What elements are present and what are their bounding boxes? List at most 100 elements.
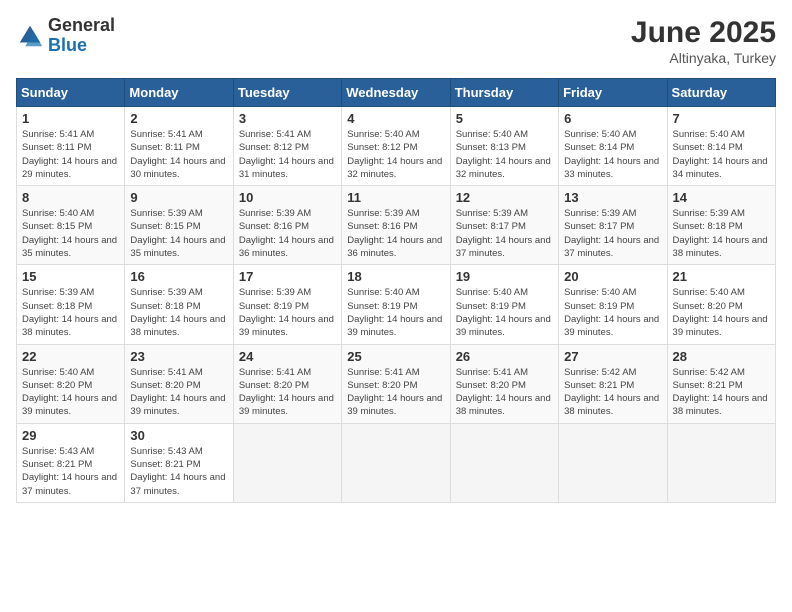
weekday-header-sunday: Sunday: [17, 79, 125, 107]
day-cell: 13 Sunrise: 5:39 AMSunset: 8:17 PMDayligh…: [559, 186, 667, 265]
day-cell: [667, 423, 775, 502]
day-cell: [233, 423, 341, 502]
day-info: Sunrise: 5:41 AMSunset: 8:20 PMDaylight:…: [130, 366, 227, 419]
day-cell: [342, 423, 450, 502]
day-info: Sunrise: 5:40 AMSunset: 8:19 PMDaylight:…: [347, 286, 444, 339]
day-cell: 9Sunrise: 5:39 AMSunset: 8:15 PMDaylight…: [125, 186, 233, 265]
day-info: Sunrise: 5:39 AMSunset: 8:15 PMDaylight:…: [130, 207, 227, 260]
day-info: Sunrise: 5:40 AMSunset: 8:19 PMDaylight:…: [564, 286, 661, 339]
day-number: 24: [239, 349, 336, 364]
day-cell: 22 Sunrise: 5:40 AMSunset: 8:20 PMDayligh…: [17, 344, 125, 423]
location-title: Altinyaka, Turkey: [631, 50, 776, 66]
weekday-header-friday: Friday: [559, 79, 667, 107]
day-cell: 11Sunrise: 5:39 AMSunset: 8:16 PMDayligh…: [342, 186, 450, 265]
day-number: 12: [456, 190, 553, 205]
day-cell: 29Sunrise: 5:43 AMSunset: 8:21 PMDayligh…: [17, 423, 125, 502]
day-info: Sunrise: 5:41 AMSunset: 8:12 PMDaylight:…: [239, 128, 336, 181]
day-info: Sunrise: 5:41 AMSunset: 8:11 PMDaylight:…: [22, 128, 119, 181]
day-number: 2: [130, 111, 227, 126]
day-cell: 20Sunrise: 5:40 AMSunset: 8:19 PMDayligh…: [559, 265, 667, 344]
title-area: June 2025 Altinyaka, Turkey: [631, 16, 776, 66]
day-info: Sunrise: 5:43 AMSunset: 8:21 PMDaylight:…: [130, 445, 227, 498]
logo-blue-text: Blue: [48, 35, 87, 55]
day-info: Sunrise: 5:39 AMSunset: 8:18 PMDaylight:…: [673, 207, 770, 260]
day-cell: 3 Sunrise: 5:41 AMSunset: 8:12 PMDaylight…: [233, 107, 341, 186]
day-number: 5: [456, 111, 553, 126]
day-info: Sunrise: 5:40 AMSunset: 8:20 PMDaylight:…: [673, 286, 770, 339]
day-info: Sunrise: 5:41 AMSunset: 8:20 PMDaylight:…: [239, 366, 336, 419]
logo-icon: [16, 22, 44, 50]
day-info: Sunrise: 5:41 AMSunset: 8:11 PMDaylight:…: [130, 128, 227, 181]
day-number: 11: [347, 190, 444, 205]
day-info: Sunrise: 5:40 AMSunset: 8:15 PMDaylight:…: [22, 207, 119, 260]
day-cell: 30 Sunrise: 5:43 AMSunset: 8:21 PMDayligh…: [125, 423, 233, 502]
page-header: General Blue June 2025 Altinyaka, Turkey: [16, 16, 776, 66]
week-row-4: 22 Sunrise: 5:40 AMSunset: 8:20 PMDayligh…: [17, 344, 776, 423]
day-info: Sunrise: 5:39 AMSunset: 8:19 PMDaylight:…: [239, 286, 336, 339]
day-info: Sunrise: 5:43 AMSunset: 8:21 PMDaylight:…: [22, 445, 119, 498]
day-cell: 2 Sunrise: 5:41 AMSunset: 8:11 PMDaylight…: [125, 107, 233, 186]
day-number: 23: [130, 349, 227, 364]
day-number: 18: [347, 269, 444, 284]
day-info: Sunrise: 5:39 AMSunset: 8:17 PMDaylight:…: [456, 207, 553, 260]
day-info: Sunrise: 5:42 AMSunset: 8:21 PMDaylight:…: [673, 366, 770, 419]
day-cell: 17 Sunrise: 5:39 AMSunset: 8:19 PMDayligh…: [233, 265, 341, 344]
day-cell: 5 Sunrise: 5:40 AMSunset: 8:13 PMDaylight…: [450, 107, 558, 186]
day-number: 8: [22, 190, 119, 205]
day-cell: 18 Sunrise: 5:40 AMSunset: 8:19 PMDayligh…: [342, 265, 450, 344]
day-cell: 21 Sunrise: 5:40 AMSunset: 8:20 PMDayligh…: [667, 265, 775, 344]
day-cell: 8 Sunrise: 5:40 AMSunset: 8:15 PMDaylight…: [17, 186, 125, 265]
day-info: Sunrise: 5:39 AMSunset: 8:16 PMDaylight:…: [239, 207, 336, 260]
day-cell: 24 Sunrise: 5:41 AMSunset: 8:20 PMDayligh…: [233, 344, 341, 423]
day-number: 26: [456, 349, 553, 364]
day-number: 19: [456, 269, 553, 284]
day-info: Sunrise: 5:40 AMSunset: 8:20 PMDaylight:…: [22, 366, 119, 419]
day-number: 27: [564, 349, 661, 364]
day-number: 3: [239, 111, 336, 126]
day-cell: 27Sunrise: 5:42 AMSunset: 8:21 PMDayligh…: [559, 344, 667, 423]
day-info: Sunrise: 5:41 AMSunset: 8:20 PMDaylight:…: [456, 366, 553, 419]
week-row-1: 1Sunrise: 5:41 AMSunset: 8:11 PMDaylight…: [17, 107, 776, 186]
weekday-header-thursday: Thursday: [450, 79, 558, 107]
day-number: 30: [130, 428, 227, 443]
week-row-3: 15Sunrise: 5:39 AMSunset: 8:18 PMDayligh…: [17, 265, 776, 344]
day-cell: [559, 423, 667, 502]
day-cell: 6Sunrise: 5:40 AMSunset: 8:14 PMDaylight…: [559, 107, 667, 186]
day-cell: [450, 423, 558, 502]
day-cell: 16 Sunrise: 5:39 AMSunset: 8:18 PMDayligh…: [125, 265, 233, 344]
day-number: 13: [564, 190, 661, 205]
day-info: Sunrise: 5:39 AMSunset: 8:17 PMDaylight:…: [564, 207, 661, 260]
day-number: 14: [673, 190, 770, 205]
day-info: Sunrise: 5:40 AMSunset: 8:14 PMDaylight:…: [673, 128, 770, 181]
logo-general-text: General: [48, 15, 115, 35]
weekday-header-wednesday: Wednesday: [342, 79, 450, 107]
day-number: 16: [130, 269, 227, 284]
weekday-header-tuesday: Tuesday: [233, 79, 341, 107]
calendar-table: SundayMondayTuesdayWednesdayThursdayFrid…: [16, 78, 776, 503]
day-info: Sunrise: 5:41 AMSunset: 8:20 PMDaylight:…: [347, 366, 444, 419]
day-number: 4: [347, 111, 444, 126]
day-info: Sunrise: 5:39 AMSunset: 8:18 PMDaylight:…: [130, 286, 227, 339]
day-cell: 19 Sunrise: 5:40 AMSunset: 8:19 PMDayligh…: [450, 265, 558, 344]
day-cell: 14 Sunrise: 5:39 AMSunset: 8:18 PMDayligh…: [667, 186, 775, 265]
day-number: 7: [673, 111, 770, 126]
day-cell: 28Sunrise: 5:42 AMSunset: 8:21 PMDayligh…: [667, 344, 775, 423]
day-info: Sunrise: 5:40 AMSunset: 8:19 PMDaylight:…: [456, 286, 553, 339]
logo: General Blue: [16, 16, 115, 56]
day-cell: 10 Sunrise: 5:39 AMSunset: 8:16 PMDayligh…: [233, 186, 341, 265]
month-title: June 2025: [631, 16, 776, 50]
weekday-header-monday: Monday: [125, 79, 233, 107]
day-info: Sunrise: 5:40 AMSunset: 8:13 PMDaylight:…: [456, 128, 553, 181]
day-cell: 15Sunrise: 5:39 AMSunset: 8:18 PMDayligh…: [17, 265, 125, 344]
day-number: 21: [673, 269, 770, 284]
day-cell: 4 Sunrise: 5:40 AMSunset: 8:12 PMDaylight…: [342, 107, 450, 186]
day-number: 22: [22, 349, 119, 364]
day-cell: 26 Sunrise: 5:41 AMSunset: 8:20 PMDayligh…: [450, 344, 558, 423]
day-info: Sunrise: 5:40 AMSunset: 8:12 PMDaylight:…: [347, 128, 444, 181]
day-cell: 7 Sunrise: 5:40 AMSunset: 8:14 PMDaylight…: [667, 107, 775, 186]
day-cell: 12 Sunrise: 5:39 AMSunset: 8:17 PMDayligh…: [450, 186, 558, 265]
day-info: Sunrise: 5:40 AMSunset: 8:14 PMDaylight:…: [564, 128, 661, 181]
day-number: 10: [239, 190, 336, 205]
day-number: 17: [239, 269, 336, 284]
day-cell: 25Sunrise: 5:41 AMSunset: 8:20 PMDayligh…: [342, 344, 450, 423]
